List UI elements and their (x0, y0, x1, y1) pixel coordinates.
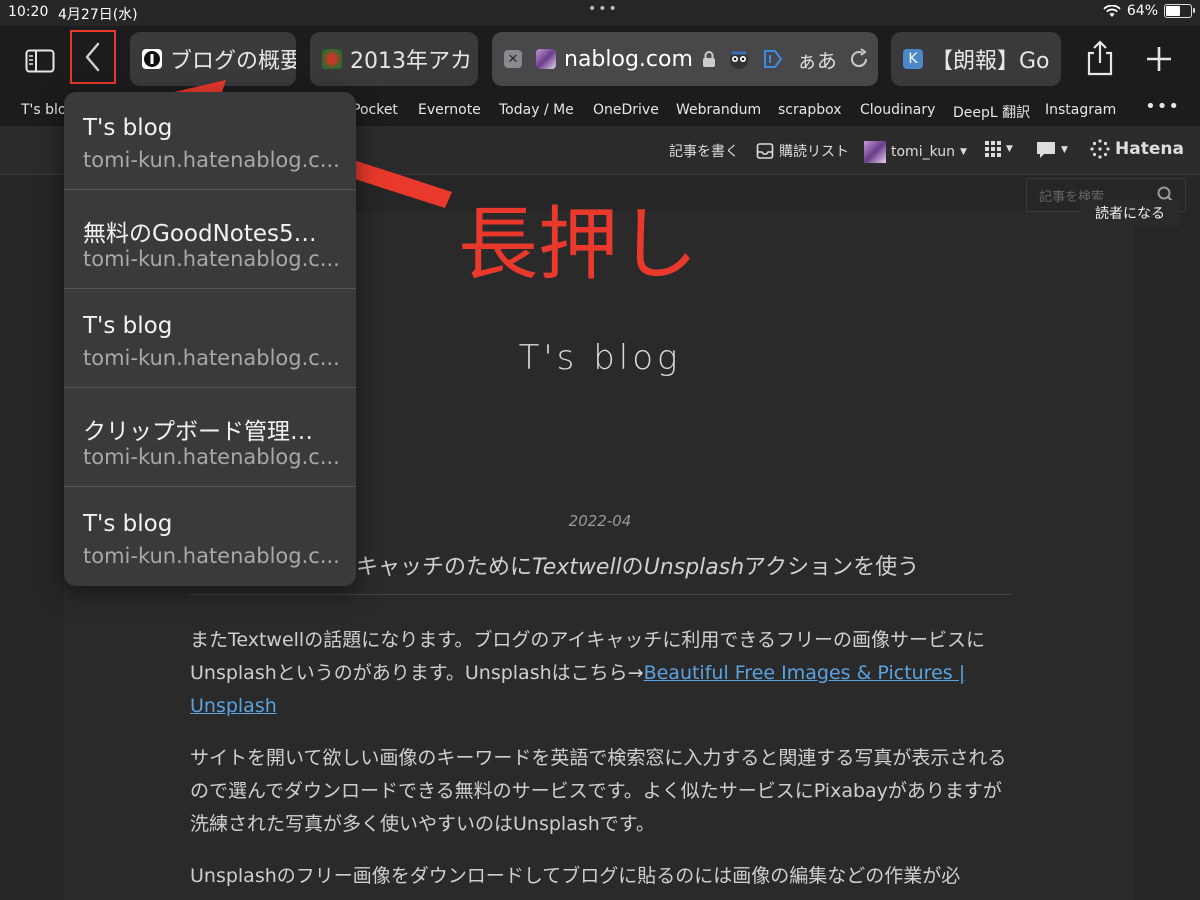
post-title-part: の (621, 555, 644, 580)
tab-news[interactable]: K 【朗報】Go (891, 32, 1061, 86)
favicon-icon (322, 49, 342, 69)
plus-icon (1147, 47, 1171, 71)
caret-down-icon: ▼ (1006, 144, 1013, 154)
wifi-icon (1103, 4, 1121, 17)
bookmark-item[interactable]: T's blo (21, 102, 67, 118)
chevron-left-icon (85, 42, 100, 72)
favicon-icon (142, 49, 162, 69)
history-item-url: tomi-kun.hatenablog.c... (83, 544, 340, 568)
history-item[interactable]: T's blog tomi-kun.hatenablog.c... (64, 488, 356, 586)
status-time: 10:20 (8, 4, 49, 20)
notifications-menu[interactable]: ▼ (1036, 141, 1068, 159)
tab-2013[interactable]: 2013年アカ (310, 32, 478, 86)
divider (190, 594, 1012, 595)
bookmark-item[interactable]: Instagram (1045, 102, 1116, 118)
status-bar: 10:20 4月27日(水) ••• 64% (0, 0, 1200, 26)
status-date: 4月27日(水) (58, 7, 138, 23)
reload-icon[interactable] (847, 47, 871, 71)
share-button[interactable] (1082, 38, 1118, 78)
tab-title: 【朗報】Go (931, 49, 1050, 74)
user-menu[interactable]: tomi_kun ▼ (864, 141, 967, 163)
address-url[interactable]: nablog.com (564, 47, 693, 72)
tab-title: 2013年アカ (350, 49, 472, 74)
history-item-title: T's blog (83, 511, 173, 537)
tab-blog-overview[interactable]: ブログの概要 (130, 32, 296, 86)
post-title-part: Unsplash (643, 555, 745, 580)
site-favicon-icon (536, 49, 556, 69)
tab-title: ブログの概要 (170, 49, 296, 74)
history-item-title: T's blog (83, 313, 173, 339)
favicon-icon: K (903, 49, 923, 69)
speech-bubble-icon (1037, 142, 1055, 158)
username: tomi_kun (891, 144, 956, 160)
inbox-icon (756, 143, 774, 159)
history-item-url: tomi-kun.hatenablog.c... (83, 148, 340, 172)
sidebar-icon (25, 49, 55, 73)
history-item[interactable]: 無料のGoodNotes5… tomi-kun.hatenablog.c... (64, 191, 356, 289)
reading-list-label: 購読リスト (779, 144, 849, 160)
tab-active-address-bar[interactable]: ✕ nablog.com ぁあ (492, 32, 878, 86)
bookmark-item[interactable]: Cloudinary (860, 102, 935, 118)
subscribe-button[interactable]: 読者になる (1080, 200, 1180, 226)
back-history-popup: T's blog tomi-kun.hatenablog.c... 無料のGoo… (64, 92, 356, 586)
paragraph: Unsplashのフリー画像をダウンロードしてブログに貼るのには画像の編集などの… (190, 865, 961, 887)
sidebar-toggle-button[interactable] (22, 46, 58, 76)
caret-down-icon: ▼ (960, 147, 967, 157)
history-item-title: クリップボード管理… (83, 412, 343, 446)
paragraph: またTextwellの話題になります。ブログのアイキャッチに利用できるフリーの画… (190, 624, 1012, 723)
history-item-url: tomi-kun.hatenablog.c... (83, 247, 340, 271)
back-button[interactable] (70, 30, 116, 84)
history-item[interactable]: T's blog tomi-kun.hatenablog.c... (64, 290, 356, 388)
browser-toolbar: ブログの概要 2013年アカ ✕ nablog.com ぁあ K 【朗報】Go (0, 26, 1200, 96)
battery-percent: 64% (1126, 3, 1158, 19)
history-item-title: 無料のGoodNotes5… (83, 214, 343, 248)
close-tab-icon[interactable]: ✕ (504, 50, 522, 68)
page-format-button[interactable]: ぁあ (797, 45, 837, 74)
hatena-logo-text: Hatena (1115, 139, 1184, 159)
apps-menu[interactable]: ▼ (985, 141, 1013, 157)
battery-icon (1164, 4, 1195, 18)
bookmark-item[interactable]: scrapbox (778, 102, 842, 118)
multitasking-dots[interactable]: ••• (588, 1, 619, 17)
bookmark-item[interactable]: Evernote (418, 102, 481, 118)
post-title-part: Textwell (532, 555, 622, 580)
history-item-url: tomi-kun.hatenablog.c... (83, 445, 340, 469)
grid-icon (985, 141, 1001, 157)
history-item[interactable]: T's blog tomi-kun.hatenablog.c... (64, 92, 356, 190)
bookmark-item[interactable]: Webrandum (676, 102, 761, 118)
caret-down-icon: ▼ (1061, 145, 1068, 155)
more-bookmarks-icon[interactable]: ••• (1145, 96, 1180, 117)
translate-extension-icon[interactable] (761, 47, 785, 71)
hatena-dots-icon (1090, 139, 1110, 159)
write-article-link[interactable]: 記事を書く (669, 141, 739, 161)
reading-list-link[interactable]: 購読リスト (756, 141, 849, 161)
history-item-title: T's blog (83, 115, 173, 141)
post-title[interactable]: キャッチのためにTextwellのUnsplashアクションを使う (356, 549, 919, 581)
avatar (864, 141, 886, 163)
history-item-title-text: 無料のGoodNotes5… (83, 221, 317, 247)
post-title-part: アクションを使う (744, 555, 920, 580)
paragraph: サイトを開いて欲しい画像のキーワードを英語で検索窓に入力すると関連する写真が表示… (190, 747, 1007, 835)
extension-icon[interactable] (727, 47, 751, 71)
bookmark-item[interactable]: Pocket (352, 102, 398, 118)
new-tab-button[interactable] (1140, 40, 1178, 78)
bookmark-item[interactable]: DeepL 翻訳 (953, 102, 1030, 122)
post-title-part: キャッチのために (356, 555, 533, 580)
hatena-logo[interactable]: Hatena (1090, 139, 1184, 159)
history-item-title-text: クリップボード管理… (83, 419, 313, 445)
bookmark-item[interactable]: OneDrive (593, 102, 659, 118)
long-press-callout: 長押し (458, 198, 698, 291)
share-icon (1087, 40, 1113, 76)
history-item-url: tomi-kun.hatenablog.c... (83, 346, 340, 370)
history-item[interactable]: クリップボード管理… tomi-kun.hatenablog.c... (64, 389, 356, 487)
lock-icon (702, 51, 715, 67)
bookmark-item[interactable]: Today / Me (499, 102, 574, 118)
